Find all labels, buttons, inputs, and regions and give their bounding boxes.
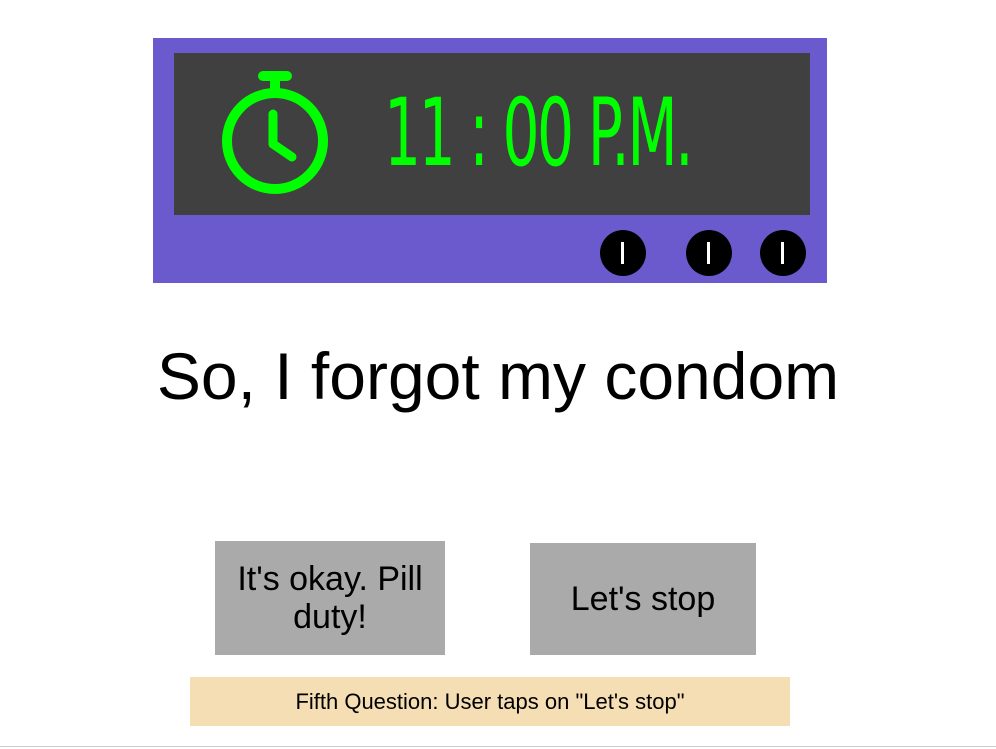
stopwatch-icon (222, 71, 328, 194)
pill-duty-button[interactable]: It's okay. Pill duty! (215, 541, 445, 655)
time-display: 11 : 00 P.M. (384, 79, 694, 188)
divider (0, 746, 996, 747)
clock-knob (600, 230, 646, 276)
clock-knob (686, 230, 732, 276)
clock-knob (760, 230, 806, 276)
lets-stop-button[interactable]: Let's stop (530, 543, 756, 655)
alarm-clock: 11 : 00 P.M. (153, 38, 827, 283)
clock-screen: 11 : 00 P.M. (174, 53, 810, 215)
step-caption: Fifth Question: User taps on "Let's stop… (190, 677, 790, 726)
app-screen: 11 : 00 P.M. So, I forgot my condom It's… (0, 0, 996, 749)
pill-duty-button-label: It's okay. Pill duty! (237, 560, 423, 636)
lets-stop-button-label: Let's stop (570, 580, 716, 618)
question-text: So, I forgot my condom (156, 339, 840, 413)
